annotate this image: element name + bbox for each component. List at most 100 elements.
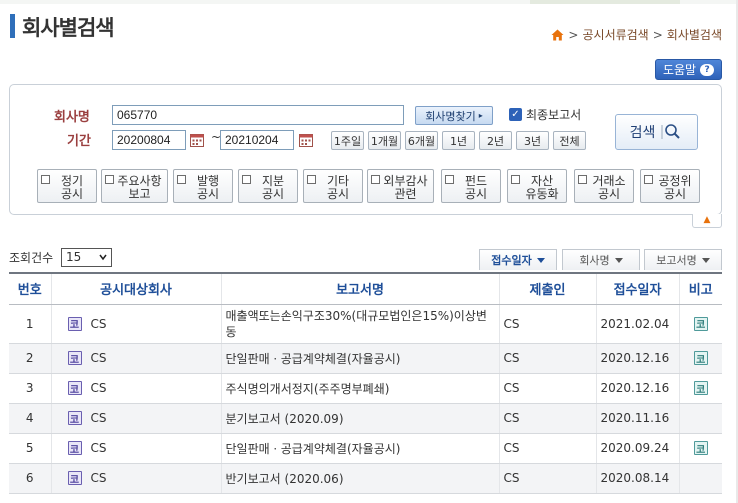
page-title: 회사별검색 bbox=[22, 16, 115, 40]
find-company-button[interactable]: 회사명찾기 ▸ bbox=[415, 106, 493, 125]
company-link[interactable]: CS bbox=[91, 471, 107, 485]
breadcrumb-item-company-search[interactable]: 회사별검색 bbox=[667, 26, 722, 43]
final-report-checkbox[interactable]: ✓ bbox=[509, 108, 522, 121]
company-label: 회사명 bbox=[54, 110, 90, 125]
company-link[interactable]: CS bbox=[91, 381, 107, 395]
table-row[interactable]: 2 코 CS 단일판매ㆍ공급계약체결(자율공시) CS 2020.12.16 코 bbox=[9, 343, 722, 374]
sort-by-date-button[interactable]: 접수일자 bbox=[479, 249, 557, 270]
row-note-cell: 코 bbox=[678, 373, 722, 404]
range-1month-button[interactable]: 1개월 bbox=[368, 131, 401, 150]
category-regular[interactable]: 정기 공시 bbox=[37, 169, 97, 203]
calendar-icon[interactable] bbox=[299, 133, 313, 147]
range-1week-button[interactable]: 1주일 bbox=[331, 131, 364, 150]
end-date-input[interactable] bbox=[220, 130, 294, 150]
checkbox[interactable] bbox=[644, 175, 653, 184]
range-6month-button[interactable]: 6개월 bbox=[405, 131, 438, 150]
column-header-date: 접수일자 bbox=[595, 272, 679, 305]
report-link[interactable]: 반기보고서 (2020.06) bbox=[220, 463, 499, 494]
table-row[interactable]: 1 코 CS 매출액또는손익구조30%(대규모법인은15%)이상변동 CS 202… bbox=[9, 304, 722, 344]
collapse-panel-button[interactable]: ▲ bbox=[692, 214, 722, 228]
company-link[interactable]: CS bbox=[91, 441, 107, 455]
find-company-label: 회사명찾기 bbox=[425, 109, 476, 123]
table-row[interactable]: 3 코 CS 주식명의개서정지(주주명부폐쇄) CS 2020.12.16 코 bbox=[9, 373, 722, 404]
checkbox[interactable] bbox=[41, 175, 50, 184]
company-input[interactable] bbox=[112, 105, 404, 125]
table-row[interactable]: 5 코 CS 단일판매ㆍ공급계약체결(자율공시) CS 2020.09.24 코 bbox=[9, 433, 722, 464]
help-button-label: 도움말 bbox=[662, 63, 697, 77]
chevron-up-icon: ▲ bbox=[703, 215, 711, 225]
row-submitter: CS bbox=[498, 463, 596, 494]
category-major-matters[interactable]: 주요사항 보고 bbox=[101, 169, 168, 203]
kosdaq-note-icon[interactable]: 코 bbox=[693, 441, 708, 456]
kosdaq-note-icon[interactable]: 코 bbox=[693, 351, 708, 366]
search-icon bbox=[661, 124, 681, 139]
row-number: 4 bbox=[9, 403, 51, 434]
search-button-label: 검색 bbox=[629, 125, 656, 141]
row-company-cell: 코 CS bbox=[50, 373, 221, 404]
checkbox[interactable] bbox=[445, 175, 454, 184]
checkbox[interactable] bbox=[242, 175, 251, 184]
table-row[interactable]: 6 코 CS 반기보고서 (2020.06) CS 2020.08.14 bbox=[9, 463, 722, 494]
category-fund[interactable]: 펀드 공시 bbox=[441, 169, 501, 203]
range-2year-button[interactable]: 2년 bbox=[479, 131, 512, 150]
report-link[interactable]: 매출액또는손익구조30%(대규모법인은15%)이상변동 bbox=[220, 304, 499, 344]
checkbox[interactable] bbox=[177, 175, 186, 184]
category-fair-trade[interactable]: 공정위 공시 bbox=[640, 169, 700, 203]
period-label: 기간 bbox=[67, 134, 91, 149]
checkbox[interactable] bbox=[578, 175, 587, 184]
row-number: 5 bbox=[9, 433, 51, 464]
category-exchange[interactable]: 거래소 공시 bbox=[574, 169, 634, 203]
breadcrumb-item-disclosure-search[interactable]: 공시서류검색 bbox=[582, 26, 648, 43]
calendar-icon[interactable] bbox=[190, 133, 204, 147]
kosdaq-badge-icon: 코 bbox=[67, 471, 82, 486]
row-note-cell bbox=[678, 403, 722, 434]
count-select[interactable]: 15 bbox=[61, 248, 112, 267]
caret-down-icon bbox=[614, 257, 623, 263]
search-button[interactable]: 검색 bbox=[615, 114, 698, 150]
sort-by-company-label: 회사명 bbox=[579, 254, 610, 267]
category-other[interactable]: 기타 공시 bbox=[303, 169, 363, 203]
company-link[interactable]: CS bbox=[91, 411, 107, 425]
row-number: 3 bbox=[9, 373, 51, 404]
checkbox[interactable] bbox=[105, 175, 114, 184]
checkbox[interactable] bbox=[307, 175, 316, 184]
sort-by-company-button[interactable]: 회사명 bbox=[562, 249, 640, 270]
help-button[interactable]: 도움말 ? bbox=[655, 59, 722, 80]
company-link[interactable]: CS bbox=[91, 317, 107, 331]
category-issuance[interactable]: 발행 공시 bbox=[173, 169, 233, 203]
category-equity[interactable]: 지분 공시 bbox=[238, 169, 298, 203]
title-accent-bar bbox=[10, 14, 15, 38]
top-strip-image bbox=[530, 0, 680, 4]
report-link[interactable]: 주식명의개서정지(주주명부폐쇄) bbox=[220, 373, 499, 404]
row-note-cell: 코 bbox=[678, 304, 722, 344]
row-company-cell: 코 CS bbox=[50, 304, 221, 344]
home-icon[interactable] bbox=[551, 29, 564, 41]
chevron-down-icon bbox=[99, 254, 107, 261]
table-row[interactable]: 4 코 CS 분기보고서 (2020.09) CS 2020.11.16 bbox=[9, 403, 722, 434]
start-date-input[interactable] bbox=[112, 130, 186, 150]
range-all-button[interactable]: 전체 bbox=[553, 131, 586, 150]
checkbox[interactable] bbox=[511, 175, 520, 184]
kosdaq-note-icon[interactable]: 코 bbox=[693, 381, 708, 396]
category-external-audit[interactable]: 외부감사 관련 bbox=[367, 169, 434, 203]
checkbox[interactable] bbox=[371, 175, 380, 184]
report-link[interactable]: 단일판매ㆍ공급계약체결(자율공시) bbox=[220, 343, 499, 374]
row-date: 2021.02.04 bbox=[595, 304, 679, 344]
caret-down-icon bbox=[701, 257, 710, 263]
sort-by-report-button[interactable]: 보고서명 bbox=[644, 249, 722, 270]
column-header-report: 보고서명 bbox=[220, 272, 499, 305]
kosdaq-badge-icon: 코 bbox=[67, 351, 82, 366]
breadcrumb-separator: > bbox=[568, 27, 579, 42]
kosdaq-badge-icon: 코 bbox=[67, 316, 82, 331]
range-3year-button[interactable]: 3년 bbox=[516, 131, 549, 150]
row-submitter: CS bbox=[498, 433, 596, 464]
report-link[interactable]: 분기보고서 (2020.09) bbox=[220, 403, 499, 434]
kosdaq-badge-icon: 코 bbox=[67, 381, 82, 396]
row-company-cell: 코 CS bbox=[50, 433, 221, 464]
category-asset-securitization[interactable]: 자산 유동화 bbox=[507, 169, 567, 203]
company-link[interactable]: CS bbox=[91, 351, 107, 365]
range-1year-button[interactable]: 1년 bbox=[442, 131, 475, 150]
kosdaq-note-icon[interactable]: 코 bbox=[693, 316, 708, 331]
column-header-company: 공시대상회사 bbox=[50, 272, 221, 305]
report-link[interactable]: 단일판매ㆍ공급계약체결(자율공시) bbox=[220, 433, 499, 464]
